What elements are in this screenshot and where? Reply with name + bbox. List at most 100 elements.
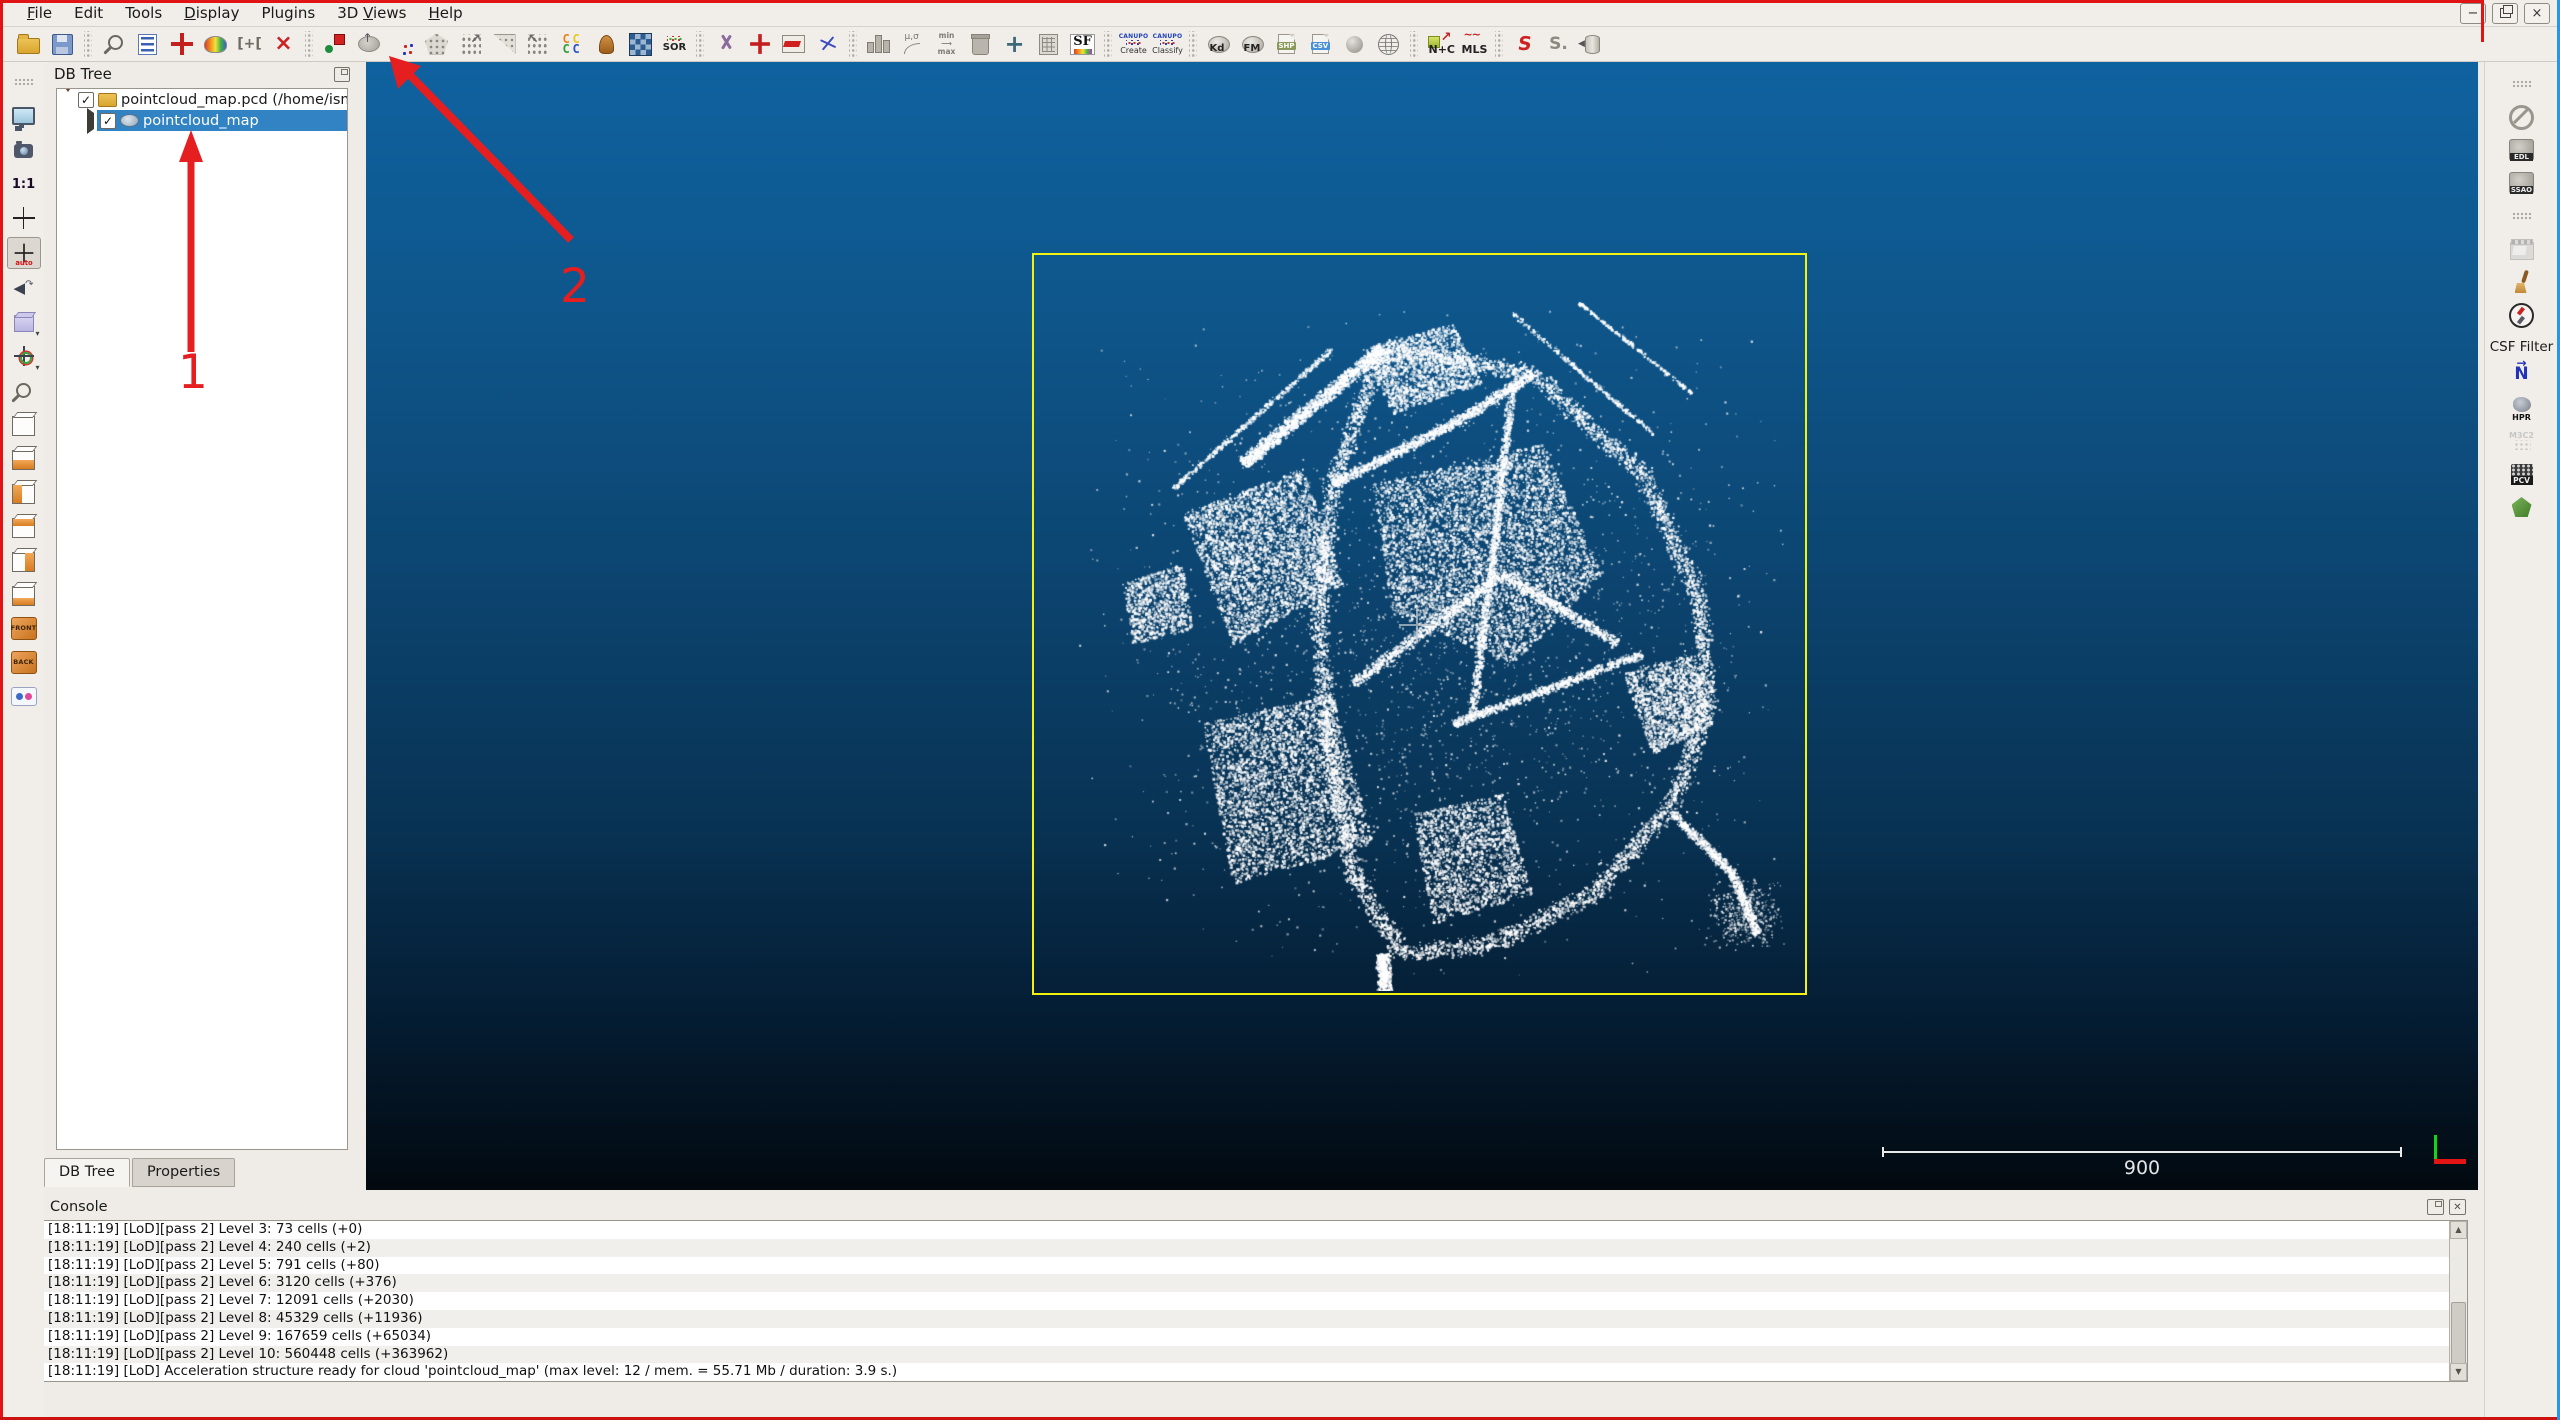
expand-icon[interactable] (83, 113, 97, 129)
toolbar-icon-zoom-global[interactable] (99, 30, 128, 59)
toolbar-icon-statistical-test[interactable] (592, 30, 621, 59)
console-header: Console ✕ (30, 1196, 2470, 1218)
gl-viewport[interactable]: 900 (366, 61, 2478, 1190)
toolbar-icon-curve-fit[interactable]: S (1510, 30, 1539, 59)
right-panel-icon-clean-broom[interactable] (2506, 267, 2538, 297)
left-toolbar-icon-view-iso[interactable] (8, 409, 40, 439)
toolbar-icon-subsample[interactable] (388, 30, 417, 59)
toolbar-icon-render-globe[interactable] (1374, 30, 1403, 59)
toolbar-icon-translate-rotate[interactable] (167, 30, 196, 59)
toolbar-icon-cloud-mesh-distance[interactable] (490, 30, 519, 59)
toolbar-icon-save[interactable] (48, 30, 77, 59)
toolbar-icon-apply-transformation[interactable] (133, 30, 162, 59)
toolbar-icon-canupo-create[interactable]: CANUPOCreate (1119, 30, 1148, 59)
left-toolbar-icon-zoom-mode[interactable] (8, 375, 40, 405)
toolbar-icon-canupo-classify[interactable]: CANUPOClassify (1153, 30, 1182, 59)
left-toolbar-icon-panel-handle (8, 67, 40, 97)
left-toolbar-icon-display-options[interactable] (8, 101, 40, 131)
right-panel-icon-no-gl-filter[interactable] (2506, 102, 2538, 132)
left-toolbar-icon-rotate-camera[interactable]: ◀ (8, 273, 40, 303)
console-float-icon[interactable] (2427, 1199, 2444, 1215)
left-toolbar-icon-screenshot[interactable] (8, 135, 40, 165)
right-panel-icon-edl-filter[interactable]: EDL (2506, 135, 2538, 165)
menu-edit[interactable]: Edit (63, 2, 114, 24)
toolbar-icon-segment-scissors[interactable] (711, 30, 740, 59)
toolbar-icon-delete-sf[interactable] (966, 30, 995, 59)
toolbar-icon-delete[interactable]: × (269, 30, 298, 59)
left-toolbar-icon-pick-rotation-center[interactable] (8, 203, 40, 233)
menu-plugins[interactable]: Plugins (250, 2, 326, 24)
left-toolbar-icon-zoom-1-1[interactable]: 1:1 (8, 169, 40, 199)
toolbar-icon-point-pair-align[interactable]: ↑ (354, 30, 383, 59)
toolbar-icon-spline-fit[interactable]: S. (1544, 30, 1573, 59)
scroll-down-icon[interactable]: ▼ (2450, 1363, 2467, 1381)
close-button[interactable]: × (2524, 3, 2550, 24)
left-toolbar-icon-view-front[interactable] (8, 443, 40, 473)
toolbar-icon-edit-colors[interactable] (201, 30, 230, 59)
left-toolbar-icon-view-right[interactable] (8, 545, 40, 575)
toolbar-icon-cc-plugin[interactable]: CCCC (558, 30, 587, 59)
toolbar-icon-open[interactable] (14, 30, 43, 59)
toolbar-icon-unroll-cylinder[interactable] (1578, 30, 1607, 59)
restore-button[interactable] (2492, 3, 2518, 24)
toolbar-icon-add-sf[interactable]: + (1000, 30, 1029, 59)
right-panel-icon-hpr-plugin[interactable]: HPR (2506, 393, 2538, 423)
console-scrollbar[interactable]: ▲ ▼ (2449, 1221, 2467, 1381)
toolbar-icon-sf-color-scale[interactable]: SF (1068, 30, 1097, 59)
tab-db-tree[interactable]: DB Tree (44, 1158, 130, 1187)
menu-file[interactable]: File (16, 2, 63, 24)
scroll-thumb[interactable] (2451, 1302, 2466, 1364)
right-panel-icon-animation-plugin[interactable] (2506, 234, 2538, 264)
right-panel-icon-facets-plugin[interactable] (2506, 492, 2538, 522)
toolbar-icon-sf-arithmetic[interactable] (1034, 30, 1063, 59)
menu-3d-views[interactable]: 3D Views (326, 2, 417, 24)
collapse-icon[interactable] (61, 92, 75, 108)
toolbar-icon-shp-file[interactable]: SHP (1272, 30, 1301, 59)
toolbar-icon-closest-point-set[interactable] (524, 30, 553, 59)
toolbar-icon-gauss-fit[interactable] (898, 30, 927, 59)
tab-properties[interactable]: Properties (132, 1158, 235, 1187)
toolbar-icon-interactive-transform[interactable] (745, 30, 774, 59)
left-toolbar-icon-perspective-mode[interactable]: ▾ (8, 307, 40, 337)
toolbar-icon-fine-registration[interactable] (320, 30, 349, 59)
right-panel-icon-compass-plugin[interactable] (2506, 300, 2538, 330)
toolbar-icon-compute-octree[interactable] (422, 30, 451, 59)
toolbar-icon-mls-smoothing[interactable]: MLS (1459, 30, 1488, 59)
toolbar-icon-sor-filter[interactable]: SOR (660, 30, 689, 59)
right-panel-icon-m3c2-plugin[interactable]: M3C2 (2506, 426, 2538, 456)
left-toolbar-icon-view-iso-back[interactable]: BACK (8, 647, 40, 677)
right-panel-icon-ssao-filter[interactable]: SSAO (2506, 168, 2538, 198)
toolbar-icon-merge[interactable]: [+[ (235, 30, 264, 59)
toolbar-icon-checker-pattern[interactable] (626, 30, 655, 59)
toolbar-icon-csv-file[interactable]: CSV (1306, 30, 1335, 59)
left-toolbar-icon-pan-mode[interactable]: ▾ (8, 341, 40, 371)
menu-tools[interactable]: Tools (114, 2, 173, 24)
right-panel-icon-pcv-plugin[interactable]: PCV (2506, 459, 2538, 489)
right-panel-icon-normals-plugin[interactable]: N (2506, 360, 2538, 390)
tree-row-pointcloud_map[interactable]: ✓pointcloud_map (57, 110, 347, 131)
tree-row-pointcloud_map[interactable]: ✓pointcloud_map.pcd (/home/ism... (57, 89, 347, 110)
toolbar-icon-render-sphere[interactable] (1340, 30, 1369, 59)
float-panel-icon[interactable] (334, 67, 350, 82)
menu-display[interactable]: Display (173, 2, 250, 24)
left-toolbar-icon-view-bottom[interactable] (8, 579, 40, 609)
menu-help[interactable]: Help (417, 2, 473, 24)
left-toolbar-icon-view-top[interactable] (8, 511, 40, 541)
left-toolbar-icon-stereo-mode[interactable] (8, 681, 40, 711)
console-panel: Console ✕ [18:11:19] [LoD][pass 2] Level… (30, 1196, 2470, 1386)
toolbar-icon-kd-tree[interactable]: Kd (1204, 30, 1233, 59)
toolbar-icon-fm-classifier[interactable]: FM (1238, 30, 1267, 59)
toolbar-icon-histogram[interactable] (864, 30, 893, 59)
scroll-up-icon[interactable]: ▲ (2450, 1221, 2467, 1239)
toolbar-icon-clipping-box[interactable] (779, 30, 808, 59)
left-toolbar-icon-auto-pick-rotation-center[interactable]: auto (7, 237, 41, 269)
toolbar-icon-trace-polyline[interactable] (813, 30, 842, 59)
visibility-checkbox[interactable]: ✓ (78, 92, 94, 108)
left-toolbar-icon-view-iso-front[interactable]: FRONT (8, 613, 40, 643)
console-close-icon[interactable]: ✕ (2449, 1199, 2466, 1215)
toolbar-icon-normals-and-curvature[interactable]: N+C (1425, 30, 1454, 59)
toolbar-icon-cloud-cloud-distance[interactable] (456, 30, 485, 59)
visibility-checkbox[interactable]: ✓ (100, 113, 116, 129)
toolbar-icon-sf-min-max[interactable]: min⟶max (932, 30, 961, 59)
left-toolbar-icon-view-left[interactable] (8, 477, 40, 507)
